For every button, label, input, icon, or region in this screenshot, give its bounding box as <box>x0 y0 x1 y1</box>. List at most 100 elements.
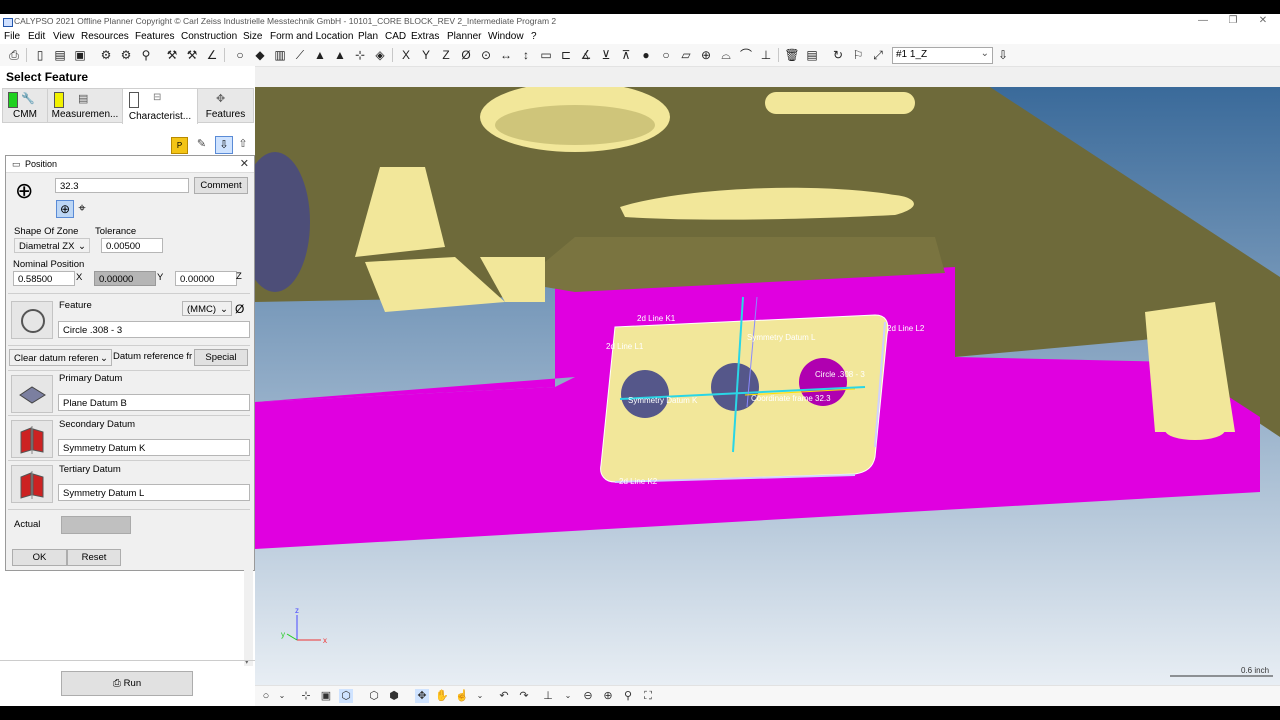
scrollbar[interactable]: ▾ <box>244 570 253 666</box>
zoom-out-icon[interactable]: ⊖ <box>581 689 595 703</box>
p-button[interactable]: P <box>171 137 188 154</box>
view-circle-icon[interactable]: ○ <box>259 689 273 703</box>
tertiary-datum-button[interactable] <box>11 465 53 503</box>
ok-button[interactable]: OK <box>12 549 67 566</box>
view-axes-icon[interactable]: ⊹ <box>299 689 313 703</box>
min-icon[interactable]: ⊻ <box>598 47 614 63</box>
clipboard-icon[interactable]: ▤ <box>804 47 820 63</box>
save-icon[interactable]: ▣ <box>72 47 88 63</box>
clear-datum-select[interactable]: Clear datum referen ⌄ <box>9 349 112 366</box>
y-value-icon[interactable]: Y <box>418 47 434 63</box>
distance-icon[interactable]: ↔ <box>498 47 514 63</box>
x-value-icon[interactable]: X <box>398 47 414 63</box>
wireframe-icon[interactable]: ⬡ <box>367 689 381 703</box>
menu-help[interactable]: ? <box>531 31 537 42</box>
cmm-icon[interactable]: ⚙ <box>98 47 114 63</box>
zoom-fit-icon[interactable]: ⛶ <box>641 689 655 703</box>
length-icon[interactable]: ⊏ <box>558 47 574 63</box>
printer-icon[interactable]: ⎙ <box>6 47 22 63</box>
view-iso-icon[interactable]: ⬡ <box>339 689 353 703</box>
view-front-icon[interactable]: ▣ <box>319 689 333 703</box>
comment-button[interactable]: Comment <box>194 177 248 194</box>
reset-button[interactable]: Reset <box>67 549 121 566</box>
width-icon[interactable]: ▭ <box>538 47 554 63</box>
menu-plan[interactable]: Plan <box>358 31 378 42</box>
stylus-icon[interactable]: ⚲ <box>138 47 154 63</box>
delete-icon[interactable]: 🗑 <box>784 47 800 63</box>
profile-line-icon[interactable]: ⌒ <box>738 47 754 63</box>
cylinder-feature-icon[interactable]: ▥ <box>272 47 288 63</box>
coordinate-system-icon[interactable]: ⤢ <box>870 47 886 63</box>
special-button[interactable]: Special <box>194 349 248 366</box>
alignment-select[interactable]: #1 1_Z ⌄ <box>892 47 993 64</box>
max-icon[interactable]: ⊼ <box>618 47 634 63</box>
diameter-toggle[interactable]: Ø <box>235 302 244 316</box>
menu-edit[interactable]: Edit <box>28 31 45 42</box>
perpendicularity-icon[interactable]: ⊥ <box>758 47 774 63</box>
characteristic-name-input[interactable]: 32.3 <box>55 178 189 193</box>
z-value-icon[interactable]: Z <box>438 47 454 63</box>
chevron-down-icon[interactable]: ⌄ <box>275 689 289 703</box>
profile-surface-icon[interactable]: ⌓ <box>718 47 734 63</box>
radius-icon[interactable]: ⊙ <box>478 47 494 63</box>
menu-cad[interactable]: CAD <box>385 31 406 42</box>
axis-view-icon[interactable]: ⊥ <box>541 689 555 703</box>
arrow-up-icon[interactable]: ⇧ <box>236 137 250 152</box>
material-condition-select[interactable]: (MMC) ⌄ <box>182 301 232 316</box>
menu-resources[interactable]: Resources <box>81 31 129 42</box>
rotate-icon[interactable]: ↻ <box>830 47 846 63</box>
hand-icon[interactable]: ✋ <box>435 689 449 703</box>
tools-icon[interactable]: ⚒ <box>184 47 200 63</box>
chevron-down-icon[interactable]: ⌄ <box>473 689 487 703</box>
primary-datum-input[interactable]: Plane Datum B <box>58 394 250 411</box>
arrow-down-icon[interactable]: ⇩ <box>215 136 233 154</box>
angle-measure-icon[interactable]: ∡ <box>578 47 594 63</box>
position-icon[interactable]: ⊕ <box>698 47 714 63</box>
wand-icon[interactable]: ⚒ <box>164 47 180 63</box>
new-file-icon[interactable]: ▯ <box>32 47 48 63</box>
primary-datum-button[interactable] <box>11 375 53 413</box>
line-feature-icon[interactable]: ⟋ <box>292 47 308 63</box>
shape-of-zone-select[interactable]: Diametral ZX ⌄ <box>14 238 90 253</box>
edit-icon[interactable]: ✎ <box>194 137 209 152</box>
flatness-icon[interactable]: ▱ <box>678 47 694 63</box>
angle-icon[interactable]: ∠ <box>204 47 220 63</box>
tertiary-datum-input[interactable]: Symmetry Datum L <box>58 484 250 501</box>
chevron-down-icon[interactable]: ⌄ <box>561 689 575 703</box>
slot-feature-icon[interactable]: ◈ <box>372 47 388 63</box>
rotate-left-icon[interactable]: ↶ <box>497 689 511 703</box>
height-icon[interactable]: ↕ <box>518 47 534 63</box>
secondary-datum-button[interactable] <box>11 420 53 458</box>
tab-characteristics[interactable]: ⊟ Characterist... <box>122 88 198 124</box>
tab-features[interactable]: ✥ Features <box>197 88 254 123</box>
close-window-button[interactable]: ✕ <box>1248 14 1278 30</box>
menu-construction[interactable]: Construction <box>181 31 237 42</box>
secondary-datum-input[interactable]: Symmetry Datum K <box>58 439 250 456</box>
zoom-icon[interactable]: ⚲ <box>621 689 635 703</box>
rotate-right-icon[interactable]: ↷ <box>517 689 531 703</box>
point-feature-icon[interactable]: ⊹ <box>352 47 368 63</box>
menu-view[interactable]: View <box>53 31 75 42</box>
navigate-icon[interactable]: ⇩ <box>995 47 1011 63</box>
diameter-icon[interactable]: Ø <box>458 47 474 63</box>
position-mode-icon[interactable]: ⊕ <box>56 200 74 218</box>
close-icon[interactable]: ✕ <box>240 157 249 170</box>
feature-select-button[interactable] <box>11 301 53 339</box>
menu-extras[interactable]: Extras <box>411 31 439 42</box>
menu-size[interactable]: Size <box>243 31 262 42</box>
roundness-icon[interactable]: ○ <box>658 47 674 63</box>
tab-cmm[interactable]: 🔧 CMM <box>2 88 48 123</box>
circle-feature-icon[interactable]: ○ <box>232 47 248 63</box>
run-button[interactable]: ⎙ Run <box>61 671 193 696</box>
tolerance-input[interactable]: 0.00500 <box>101 238 163 253</box>
menu-window[interactable]: Window <box>488 31 524 42</box>
cad-viewport[interactable]: 2d Line K1 2d Line L1 2d Line L2 2d Line… <box>255 87 1280 685</box>
zoom-in-icon[interactable]: ⊕ <box>601 689 615 703</box>
restore-button[interactable]: ❐ <box>1218 14 1248 30</box>
menu-planner[interactable]: Planner <box>447 31 481 42</box>
open-icon[interactable]: ▤ <box>52 47 68 63</box>
menu-form-and-location[interactable]: Form and Location <box>270 31 353 42</box>
position-alt-mode-icon[interactable]: ⌖ <box>74 200 90 216</box>
sphere-feature-icon[interactable]: ▲ <box>332 47 348 63</box>
menu-features[interactable]: Features <box>135 31 174 42</box>
